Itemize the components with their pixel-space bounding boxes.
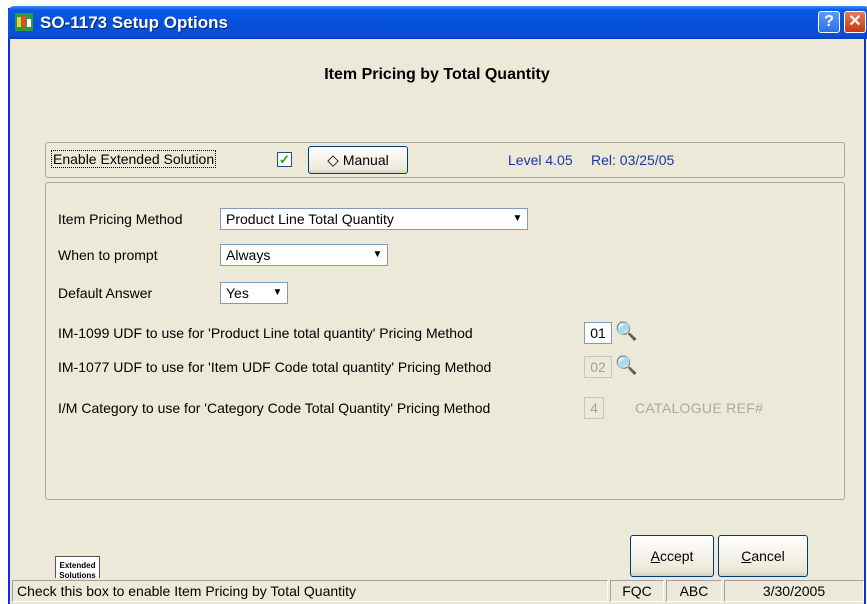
setup-options-window: SO-1173 Setup Options ? ✕ Item Pricing b… xyxy=(8,6,867,604)
title-bar[interactable]: SO-1173 Setup Options ? ✕ xyxy=(8,6,867,39)
help-button[interactable]: ? xyxy=(818,11,840,33)
pricing-method-select[interactable]: Product Line Total Quantity ▼ xyxy=(220,208,528,230)
default-answer-label: Default Answer xyxy=(58,285,153,301)
status-date: 3/30/2005 xyxy=(724,580,864,602)
cancel-button[interactable]: Cancel xyxy=(718,535,808,577)
app-icon xyxy=(15,13,33,31)
prompt-value: Always xyxy=(226,247,271,263)
search-icon: 🔍 xyxy=(615,355,638,375)
extended-solution-group: Enable Extended Solution ✓ ◇ Manual Level… xyxy=(45,142,845,178)
accept-label: ccept xyxy=(659,548,694,564)
udf1099-field[interactable]: 01 xyxy=(584,322,612,344)
accept-mnemonic: A xyxy=(650,548,660,564)
udf1077-label: IM-1077 UDF to use for 'Item UDF Code to… xyxy=(58,359,492,375)
chevron-down-icon[interactable]: ▼ xyxy=(269,284,286,302)
manual-icon: ◇ xyxy=(327,152,339,169)
default-answer-value: Yes xyxy=(226,285,249,301)
category-field: 4 xyxy=(584,397,604,419)
status-message: Check this box to enable Item Pricing by… xyxy=(12,580,608,602)
chevron-down-icon[interactable]: ▼ xyxy=(509,210,526,228)
pricing-method-label: Item Pricing Method xyxy=(58,211,183,227)
manual-button-label: Manual xyxy=(342,152,389,168)
search-icon[interactable]: 🔍 xyxy=(615,321,637,342)
status-user: ABC xyxy=(666,580,722,602)
enable-extended-label[interactable]: Enable Extended Solution xyxy=(50,150,217,168)
prompt-select[interactable]: Always ▼ xyxy=(220,244,388,266)
status-bar: Check this box to enable Item Pricing by… xyxy=(10,578,864,604)
status-company: FQC xyxy=(610,580,664,602)
manual-button[interactable]: ◇ Manual xyxy=(308,146,408,174)
udf1077-field: 02 xyxy=(584,356,612,378)
chevron-down-icon[interactable]: ▼ xyxy=(369,246,386,264)
pricing-method-value: Product Line Total Quantity xyxy=(226,211,394,227)
level-text: Level 4.05 xyxy=(508,152,573,168)
logo-line-1: Extended xyxy=(59,561,96,570)
category-label: I/M Category to use for 'Category Code T… xyxy=(58,400,491,416)
default-answer-select[interactable]: Yes ▼ xyxy=(220,282,288,304)
cancel-label: ancel xyxy=(751,548,785,564)
prompt-label: When to prompt xyxy=(58,247,158,263)
cancel-mnemonic: C xyxy=(741,548,752,564)
release-text: Rel: 03/25/05 xyxy=(591,152,675,168)
pricing-options-group: Item Pricing Method Product Line Total Q… xyxy=(45,182,845,500)
close-button[interactable]: ✕ xyxy=(844,11,866,33)
window-title: SO-1173 Setup Options xyxy=(40,13,228,32)
enable-extended-checkbox[interactable]: ✓ xyxy=(277,152,292,167)
udf1099-label: IM-1099 UDF to use for 'Product Line tot… xyxy=(58,325,473,341)
accept-button[interactable]: Accept xyxy=(630,535,714,577)
category-description: CATALOGUE REF# xyxy=(635,400,764,416)
dialog-heading: Item Pricing by Total Quantity xyxy=(324,66,550,83)
